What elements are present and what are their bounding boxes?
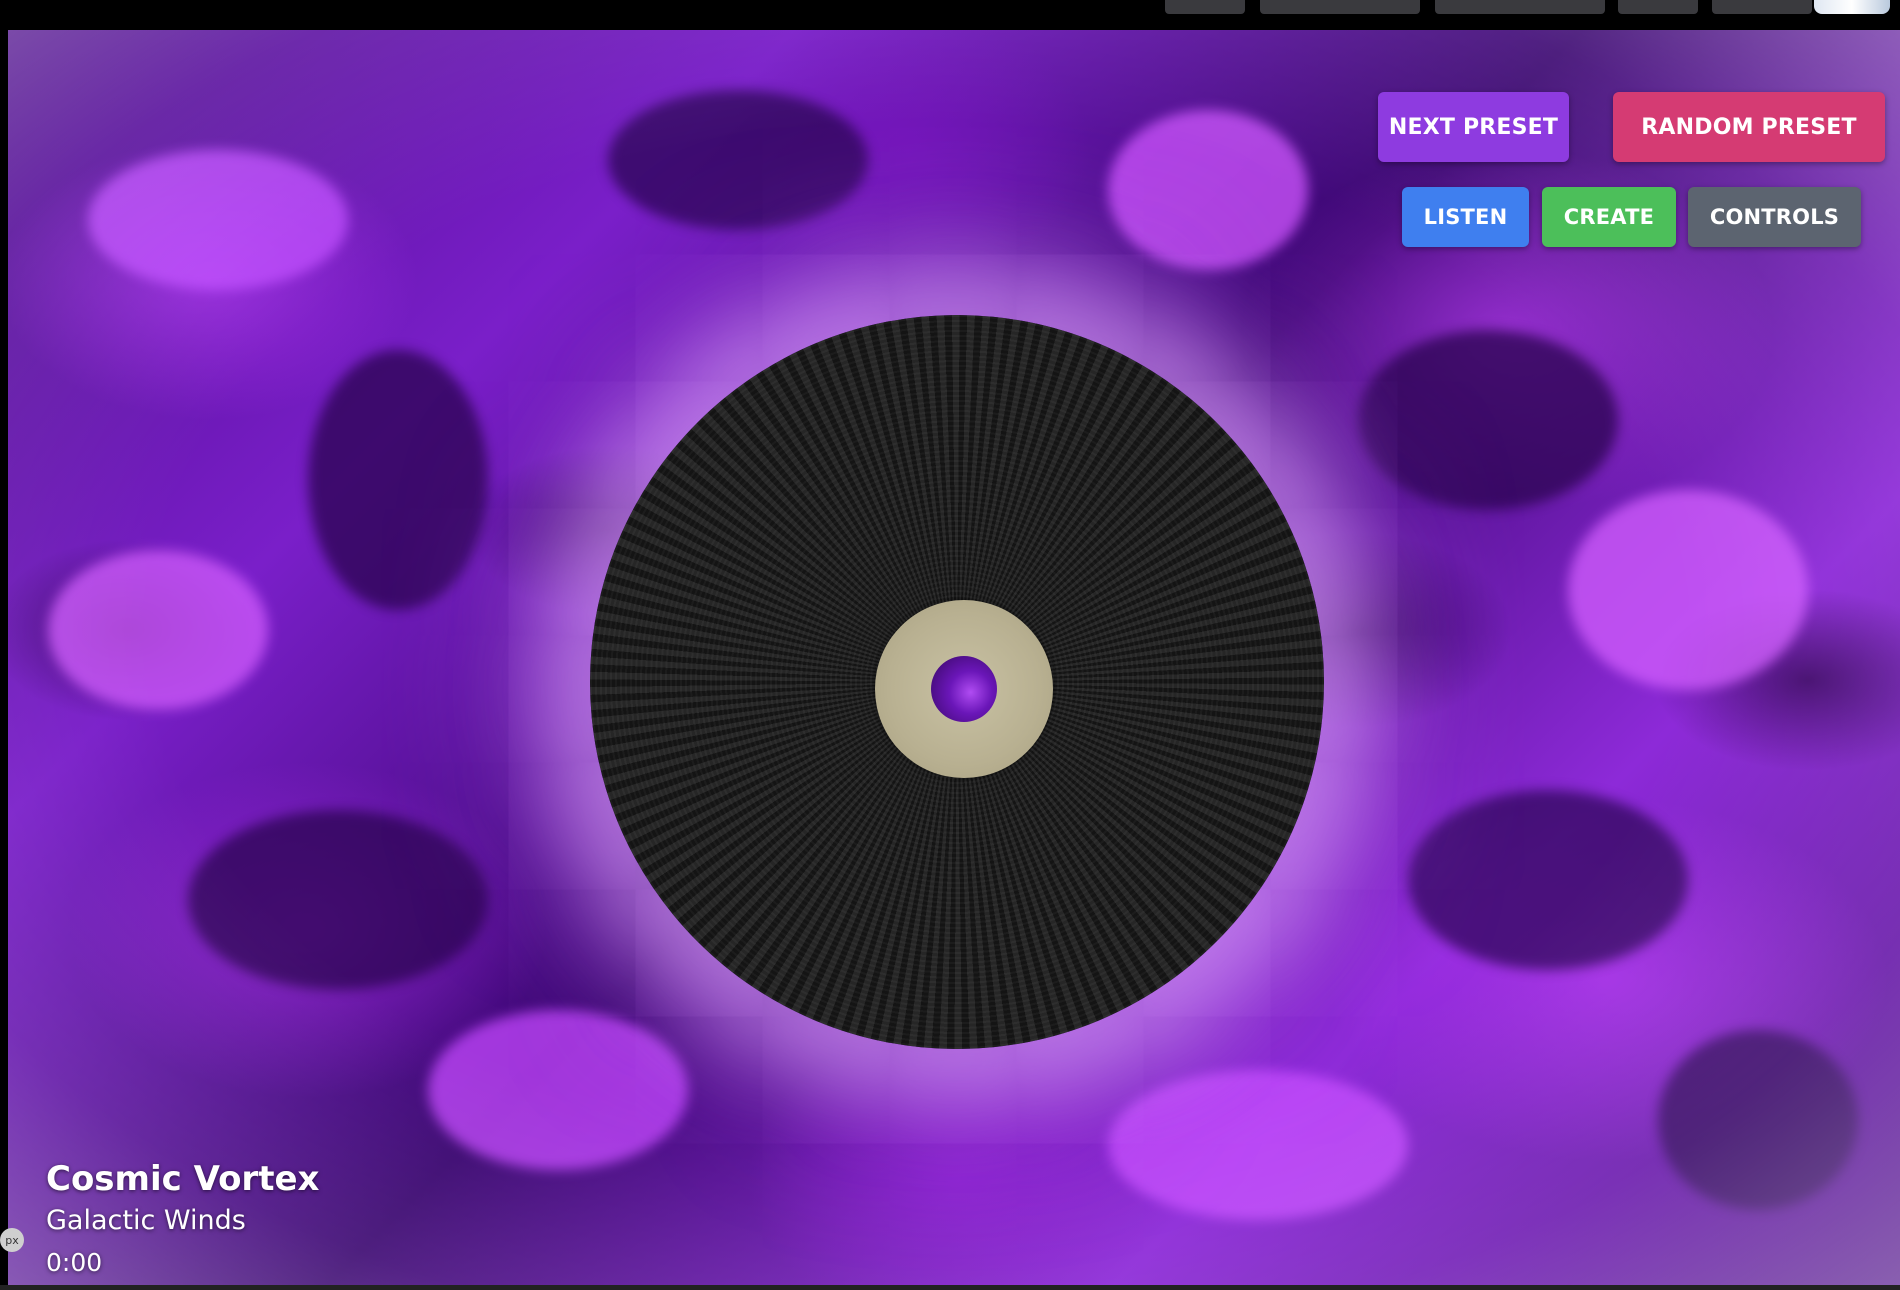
fluid-swirl [608, 90, 868, 230]
listen-button[interactable]: LISTEN [1402, 187, 1529, 247]
avatar[interactable] [1814, 0, 1890, 14]
fluid-swirl [88, 150, 348, 290]
toolbar-button[interactable] [1260, 0, 1420, 14]
toolbar-button[interactable] [1165, 0, 1245, 14]
fluid-swirl [1108, 110, 1308, 270]
track-title: Cosmic Vortex [46, 1159, 320, 1199]
fluid-swirl [1658, 1030, 1858, 1210]
fluid-swirl [1358, 330, 1618, 510]
bottom-border [0, 1285, 1900, 1290]
top-toolbar [0, 0, 1900, 30]
controls-button[interactable]: CONTROLS [1688, 187, 1861, 247]
fluid-swirl [1408, 790, 1688, 970]
debug-badge: px [0, 1228, 24, 1252]
random-preset-button[interactable]: RANDOM PRESET [1613, 92, 1885, 162]
visualizer-canvas[interactable]: NEXT PRESET RANDOM PRESET LISTEN CREATE … [8, 30, 1900, 1285]
toolbar-button[interactable] [1618, 0, 1698, 14]
track-time: 0:00 [46, 1248, 103, 1277]
now-playing-info: Cosmic Vortex Galactic Winds 0:00 [46, 1158, 319, 1284]
fluid-swirl [188, 810, 488, 990]
toolbar-button[interactable] [1712, 0, 1812, 14]
fluid-swirl [308, 350, 488, 610]
toolbar-button[interactable] [1435, 0, 1605, 14]
create-button[interactable]: CREATE [1542, 187, 1676, 247]
next-preset-button[interactable]: NEXT PRESET [1378, 92, 1569, 162]
fluid-swirl [1108, 1070, 1408, 1220]
record-center-hole [931, 656, 997, 722]
fluid-swirl [428, 1010, 688, 1170]
fluid-swirl [1568, 490, 1808, 690]
fluid-swirl [48, 550, 268, 710]
track-artist: Galactic Winds [46, 1205, 246, 1236]
